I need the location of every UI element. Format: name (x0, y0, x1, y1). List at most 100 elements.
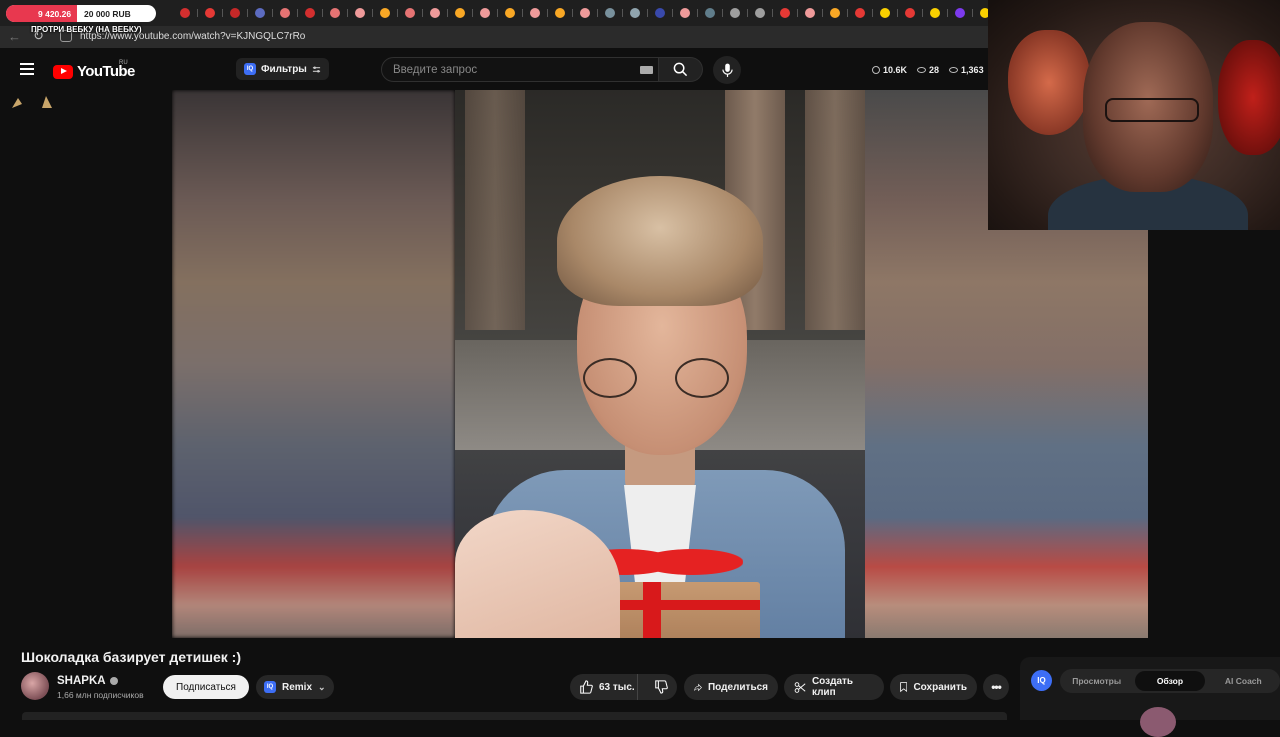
search-input[interactable] (382, 58, 658, 81)
tab-favicon-icon (954, 8, 965, 18)
browser-tab[interactable] (651, 5, 673, 21)
remix-button[interactable]: IQ Remix ⌄ (256, 675, 334, 699)
menu-icon[interactable] (20, 63, 34, 75)
browser-tab[interactable] (876, 5, 898, 21)
microphone-icon (721, 63, 733, 77)
video-frame (455, 90, 865, 638)
eye-icon (949, 67, 959, 73)
browser-tab[interactable] (776, 5, 798, 21)
browser-tab[interactable] (926, 5, 948, 21)
browser-tab[interactable] (676, 5, 698, 21)
browser-tab[interactable] (226, 5, 248, 21)
tab-favicon-icon (579, 8, 590, 18)
browser-tab[interactable] (276, 5, 298, 21)
tab-favicon-icon (779, 8, 790, 18)
browser-tab[interactable] (451, 5, 473, 21)
sliders-icon (312, 65, 320, 73)
tab-favicon-icon (254, 8, 265, 18)
browser-tab[interactable] (701, 5, 723, 21)
tab-favicon-icon (304, 8, 315, 18)
iq-icon[interactable]: IQ (1031, 670, 1052, 691)
video-blur-left (172, 90, 455, 638)
tab-overview[interactable]: Обзор (1135, 671, 1205, 691)
views-value: 1,363 (961, 65, 984, 75)
pixel-bird-sprite (12, 96, 52, 108)
browser-tab[interactable] (326, 5, 348, 21)
search-button[interactable] (659, 57, 703, 82)
browser-tab[interactable] (726, 5, 748, 21)
tab-favicon-icon (229, 8, 240, 18)
create-clip-button[interactable]: Создать клип (784, 674, 884, 700)
channel-avatar[interactable] (21, 672, 49, 700)
share-label: Поделиться (707, 681, 768, 693)
tab-favicon-icon (379, 8, 390, 18)
tab-favicon-icon (704, 8, 715, 18)
watch-time-value: 10.6K (883, 65, 908, 75)
tab-ai-coach[interactable]: AI Coach (1209, 671, 1278, 691)
thumbs-up-icon (580, 680, 593, 694)
browser-tab[interactable] (526, 5, 548, 21)
tab-favicon-icon (429, 8, 440, 18)
subscribe-button[interactable]: Подписаться (163, 675, 249, 699)
browser-tab[interactable] (176, 5, 198, 21)
youtube-play-icon (53, 64, 73, 79)
address-bar: ← ↻ https://www.youtube.com/watch?v=KJNG… (0, 26, 988, 48)
tab-favicon-icon (629, 8, 640, 18)
browser-tab[interactable] (251, 5, 273, 21)
like-count: 63 тыс. (599, 681, 635, 693)
tab-favicons (176, 5, 1023, 21)
browser-tab[interactable] (851, 5, 873, 21)
tab-favicon-icon (504, 8, 515, 18)
watch-time-stat: 10.6K (872, 65, 907, 75)
tab-favicon-icon (829, 8, 840, 18)
browser-tab[interactable] (601, 5, 623, 21)
donation-raised: 9 420.26 (38, 8, 72, 19)
tab-favicon-icon (179, 8, 190, 18)
share-button[interactable]: Поделиться (684, 674, 778, 700)
browser-tab[interactable] (351, 5, 373, 21)
browser-tab[interactable] (626, 5, 648, 21)
tab-favicon-icon (929, 8, 940, 18)
like-dislike-group: 63 тыс. (570, 674, 677, 700)
search-icon (673, 62, 688, 77)
tab-favicon-icon (554, 8, 565, 18)
browser-tab[interactable] (826, 5, 848, 21)
clock-icon (872, 66, 880, 74)
tab-favicon-icon (729, 8, 740, 18)
share-icon (694, 683, 702, 691)
chevron-down-icon: ⌄ (318, 681, 326, 692)
tab-favicon-icon (479, 8, 490, 18)
bookmark-icon (900, 682, 908, 693)
voice-search-button[interactable] (713, 56, 741, 84)
browser-tab[interactable] (476, 5, 498, 21)
scissors-icon (794, 681, 806, 693)
description-box-edge (22, 712, 1007, 720)
browser-tab[interactable] (751, 5, 773, 21)
more-actions-button[interactable]: ••• (983, 674, 1009, 700)
browser-tab[interactable] (201, 5, 223, 21)
country-code: RU (119, 60, 128, 66)
verified-icon (109, 677, 118, 685)
filters-button[interactable]: IQ Фильтры (236, 58, 329, 80)
like-button[interactable]: 63 тыс. (570, 674, 639, 700)
video-title: Шоколадка базирует детишек :) (21, 649, 242, 665)
search-box[interactable] (381, 57, 659, 82)
browser-tab[interactable] (426, 5, 448, 21)
browser-tab[interactable] (801, 5, 823, 21)
browser-tab[interactable] (576, 5, 598, 21)
dislike-button[interactable] (644, 674, 677, 700)
panel-avatar (1140, 707, 1176, 737)
keyboard-icon[interactable] (640, 66, 653, 74)
thumbs-down-icon (654, 680, 668, 694)
back-arrow-icon[interactable]: ← (8, 29, 21, 44)
save-button[interactable]: Сохранить (890, 674, 977, 700)
browser-tab[interactable] (501, 5, 523, 21)
browser-tab[interactable] (901, 5, 923, 21)
browser-tab[interactable] (951, 5, 973, 21)
browser-tab[interactable] (301, 5, 323, 21)
browser-tab[interactable] (551, 5, 573, 21)
channel-name[interactable]: SHAPKA (57, 675, 118, 687)
browser-tab[interactable] (401, 5, 423, 21)
tab-views[interactable]: Просмотры (1062, 671, 1131, 691)
browser-tab[interactable] (376, 5, 398, 21)
